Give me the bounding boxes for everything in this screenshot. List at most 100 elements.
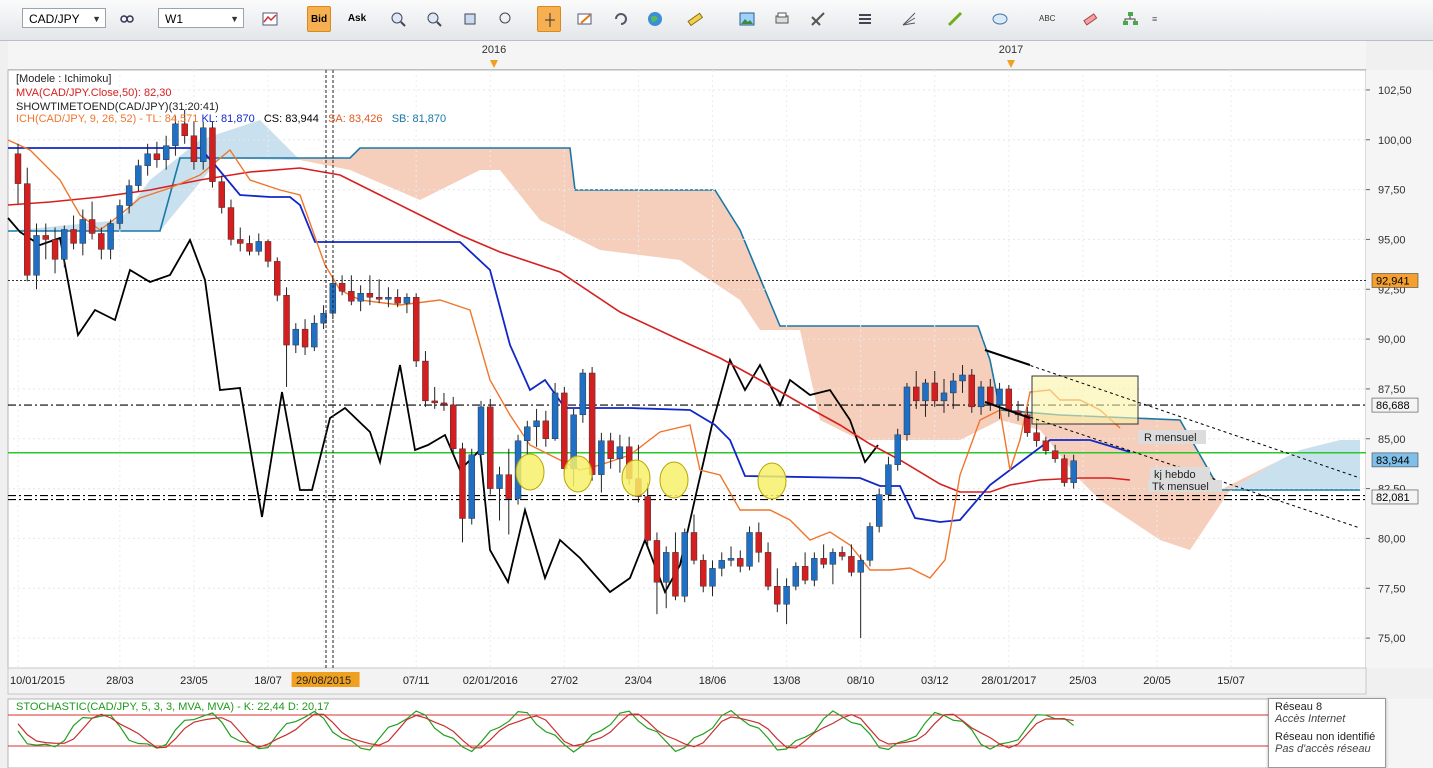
- candle-body: [579, 372, 587, 416]
- candle-body: [468, 454, 475, 519]
- candle-body: [857, 560, 864, 573]
- candle-body: [1033, 432, 1040, 441]
- candle-body: [227, 207, 235, 240]
- y-tick-label: 80,00: [1378, 533, 1406, 545]
- year-marker: 2017: [999, 44, 1023, 56]
- x-tick-label: 07/11: [403, 675, 430, 687]
- candle-body: [116, 205, 124, 224]
- tk-mensuel-label: Tk mensuel: [1152, 481, 1209, 493]
- candle-body: [792, 566, 800, 587]
- candle-body: [524, 426, 531, 441]
- candle-body: [950, 380, 957, 394]
- candle-body: [875, 494, 883, 527]
- candle-body: [403, 297, 411, 304]
- candle-body: [996, 388, 1003, 406]
- candle-body: [79, 219, 87, 244]
- candle-body: [755, 532, 762, 553]
- x-tick-label: 18/06: [699, 675, 727, 687]
- candle-body: [440, 402, 448, 406]
- candle-body: [829, 552, 837, 565]
- candle-body: [366, 293, 374, 298]
- candle-body: [1051, 450, 1059, 459]
- network-unidentified: Réseau non identifié: [1275, 731, 1376, 743]
- candle-body: [135, 165, 142, 186]
- x-tick-label: 23/04: [625, 675, 653, 687]
- candle-body: [33, 235, 40, 276]
- candle-body: [264, 241, 272, 262]
- candle-body: [459, 448, 466, 519]
- candle-body: [774, 586, 781, 605]
- candle-body: [1070, 460, 1077, 483]
- candle-body: [968, 374, 975, 408]
- candle-body: [764, 552, 772, 587]
- legend-ich-cs: CS: 83,944: [263, 113, 319, 125]
- price-axis-bg: [1366, 70, 1433, 668]
- x-tick-label: 29/08/2015: [296, 675, 351, 687]
- candle-body: [246, 243, 253, 252]
- candle-body: [422, 360, 429, 402]
- candle-body: [588, 372, 596, 475]
- x-tick-label: 08/10: [847, 675, 875, 687]
- legend-ich-prefix: ICH(CAD/JPY, 9, 26, 52) - TL: 84,571: [16, 113, 199, 125]
- candle-body: [505, 474, 512, 499]
- year-marker-arrow: [490, 60, 498, 68]
- candle-body: [737, 558, 744, 567]
- candle-body: [496, 474, 503, 489]
- x-tick-label: 13/08: [773, 675, 801, 687]
- candle-body: [14, 153, 22, 184]
- candle-body: [977, 386, 985, 408]
- y-tick-label: 90,00: [1378, 334, 1406, 346]
- candle-body: [940, 392, 948, 402]
- candle-body: [1061, 458, 1068, 483]
- y-tick-label: 102,50: [1378, 85, 1412, 97]
- candle-body: [431, 400, 438, 404]
- r-mensuel-label: R mensuel: [1144, 432, 1197, 444]
- candle-body: [672, 552, 679, 597]
- candle-body: [1005, 388, 1013, 412]
- candle-body: [551, 392, 559, 439]
- candle-body: [653, 540, 661, 583]
- network-tray-popup[interactable]: Réseau 8 Accès Internet Réseau non ident…: [1268, 698, 1386, 768]
- candle-body: [98, 233, 105, 250]
- x-tick-label: 28/01/2017: [981, 675, 1036, 687]
- candle-body: [283, 295, 290, 346]
- x-tick-label: 25/03: [1069, 675, 1097, 687]
- candle-body: [412, 297, 420, 362]
- candle-body: [61, 229, 68, 260]
- candle-body: [24, 183, 31, 276]
- candle-body: [783, 586, 790, 605]
- y-tick-label: 97,50: [1378, 185, 1406, 197]
- candle-body: [959, 374, 966, 382]
- network-name: Réseau 8: [1275, 701, 1323, 713]
- legend-showtime: SHOWTIMETOEND(CAD/JPY)(31:20:41): [16, 101, 219, 113]
- legend-ich-sa: SA: 83,426: [328, 113, 383, 125]
- x-tick-label: 23/05: [180, 675, 208, 687]
- candle-body: [681, 532, 688, 597]
- candle-body: [348, 291, 355, 302]
- price-label: 92,941: [1376, 275, 1410, 287]
- price-label: 86,688: [1376, 400, 1410, 412]
- y-tick-label: 95,00: [1378, 234, 1406, 246]
- x-tick-label: 10/01/2015: [10, 675, 65, 687]
- candle-body: [820, 558, 827, 565]
- network-no-access: Pas d'accès réseau: [1275, 743, 1371, 755]
- highlight-circle: [563, 455, 593, 493]
- candle-body: [913, 386, 920, 402]
- candle-body: [144, 153, 151, 166]
- candle-body: [607, 440, 614, 459]
- candle-body: [894, 434, 901, 465]
- highlight-circle: [621, 459, 651, 497]
- x-tick-label: 18/07: [254, 675, 282, 687]
- candle-body: [1042, 440, 1050, 451]
- candle-body: [561, 392, 568, 469]
- candle-body: [663, 552, 670, 583]
- y-tick-label: 100,00: [1378, 135, 1412, 147]
- candle-body: [616, 446, 624, 459]
- candle-body: [450, 404, 457, 449]
- legend-mva: MVA(CAD/JPY.Close,50): 82,30: [16, 87, 172, 99]
- candle-body: [533, 420, 540, 428]
- consolidation-box: [1031, 375, 1139, 425]
- candle-body: [718, 560, 725, 569]
- candle-body: [542, 420, 550, 439]
- candle-body: [162, 145, 170, 160]
